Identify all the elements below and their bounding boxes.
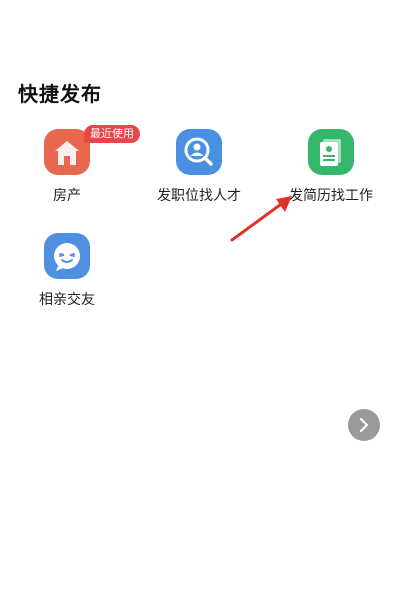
tile-label: 发简历找工作 [289,188,373,204]
tile-label: 房产 [53,188,81,204]
tile-real-estate[interactable]: 最近使用 房产 [12,125,140,219]
section-title: 快捷发布 [18,82,102,106]
tile-label: 发职位找人才 [157,188,241,204]
tile-label: 相亲交友 [39,292,95,308]
next-button[interactable] [348,409,380,441]
search-person-icon [176,129,222,175]
resume-icon [308,129,354,175]
tile-post-resume[interactable]: 发简历找工作 [276,129,386,219]
chevron-right-icon [359,417,369,433]
tile-dating[interactable]: 相亲交友 [12,233,122,323]
recent-use-badge: 最近使用 [84,125,140,143]
quick-post-page: 快捷发布 最近使用 房产 发职位找人才 发简历找工作 相亲交友 [0,0,400,600]
tile-post-job[interactable]: 发职位找人才 [144,129,254,219]
chat-face-icon [44,233,90,279]
